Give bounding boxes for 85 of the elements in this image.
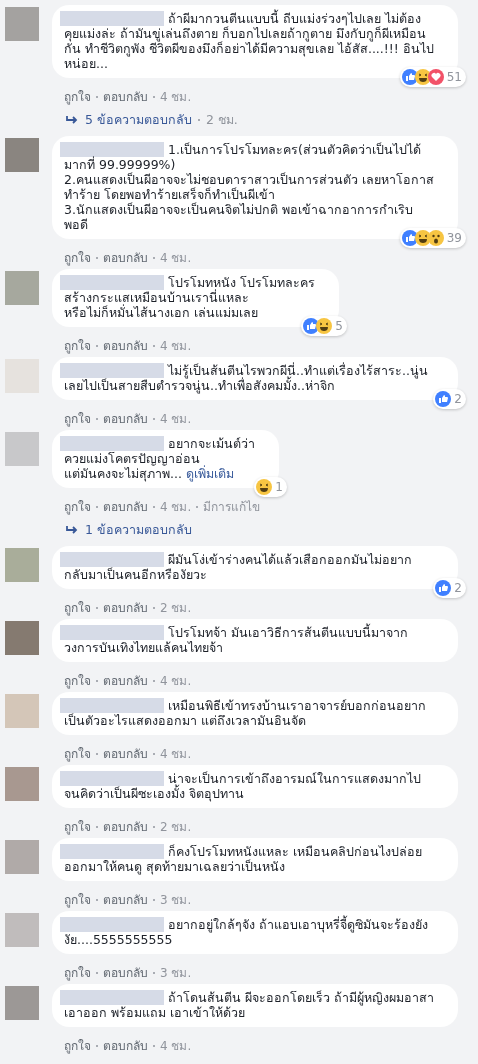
- timestamp[interactable]: 4 ชม.: [160, 744, 192, 763]
- comment-text: อยากอยู่ใกล้ๆจัง ถ้าแอบเอาบุหรี่จี้ดูซิมันจะร้องยังงัย....5555555555: [64, 917, 428, 947]
- avatar[interactable]: [5, 7, 39, 41]
- like-link[interactable]: ถูกใจ: [64, 963, 91, 982]
- laughing-face-icon: [414, 230, 431, 246]
- reaction-count: 1: [275, 479, 283, 495]
- avatar[interactable]: [5, 767, 39, 801]
- reaction-count: 2: [454, 391, 462, 407]
- reaction-count: 51: [446, 69, 462, 85]
- view-replies-link[interactable]: 5 ข้อความตอบกลับ: [85, 110, 192, 130]
- reply-link[interactable]: ตอบกลับ: [103, 248, 148, 267]
- avatar[interactable]: [5, 986, 39, 1020]
- reply-link[interactable]: ตอบกลับ: [103, 1036, 148, 1055]
- comment-text: น่าจะเป็นการเข้าถึงอารมณ์ในการแสดงมากไปจนคิดว่าเป็นผีซะเองมั้ง จิตอุปทาน: [64, 771, 421, 801]
- reply-link[interactable]: ตอบกลับ: [103, 87, 148, 106]
- reaction-count: 39: [446, 230, 462, 246]
- like-link[interactable]: ถูกใจ: [64, 248, 91, 267]
- reply-link[interactable]: ตอบกลับ: [103, 744, 148, 763]
- reply-link[interactable]: ตอบกลับ: [103, 497, 148, 516]
- like-link[interactable]: ถูกใจ: [64, 336, 91, 355]
- like-link[interactable]: ถูกใจ: [64, 1036, 91, 1055]
- comment-text: ผีมันโง่เข้าร่างคนได้แล้วเสือกออกมันไม่อยากกลับมาเป็นคนอีกหรืองัยวะ: [64, 552, 412, 582]
- avatar[interactable]: [5, 432, 39, 466]
- comment-text: โปรโมทจ้า มันเอาวิธีการส้นตีนแบบนี้มาจากวงการบันเทิงไทยแล้คนไทยจ้า: [64, 625, 408, 655]
- like-reaction-icon: [435, 391, 452, 407]
- avatar[interactable]: [5, 271, 39, 305]
- surprised-face-icon: [427, 230, 444, 246]
- reaction-count: 5: [335, 318, 343, 334]
- comment-text: ถ้าโดนส้นตีน ผีจะออกโดยเร็ว ถ้ามีผู้หญิงผมอาสา เอาออก พร้อมแถม เอาเข้าให้ด้วย: [64, 990, 435, 1020]
- edited-label: มีการแก้ไข: [203, 499, 261, 516]
- like-reaction-icon: [401, 230, 418, 246]
- reaction-count: 2: [454, 580, 462, 596]
- avatar[interactable]: [5, 840, 39, 874]
- like-reaction-icon: [401, 69, 418, 85]
- reaction-badge[interactable]: 51: [399, 67, 466, 87]
- timestamp[interactable]: 3 ชม.: [160, 963, 192, 982]
- reply-link[interactable]: ตอบกลับ: [103, 890, 148, 909]
- reply-link[interactable]: ตอบกลับ: [103, 336, 148, 355]
- reply-arrow-icon: [65, 525, 79, 535]
- reaction-badge[interactable]: 5: [301, 316, 347, 336]
- timestamp[interactable]: 4 ชม.: [160, 671, 192, 690]
- reply-link[interactable]: ตอบกลับ: [103, 671, 148, 690]
- reply-arrow-icon: [65, 115, 79, 125]
- reaction-badge[interactable]: 2: [433, 389, 466, 409]
- like-link[interactable]: ถูกใจ: [64, 817, 91, 836]
- timestamp[interactable]: 4 ชม.: [160, 497, 192, 516]
- reaction-badge[interactable]: 1: [254, 477, 287, 497]
- avatar[interactable]: [5, 913, 39, 947]
- timestamp[interactable]: 4 ชม.: [160, 248, 192, 267]
- laughing-face-icon: [316, 318, 333, 334]
- comment-text: เหมือนพิธีเข้าทรงบ้านเราอาจารย์บอกก่อนอยากเป็นตัวอะไรแสดงออกมา แต่ถึงเวลามันอินจัด: [64, 698, 426, 728]
- laughing-face-icon: [256, 479, 273, 495]
- reply-link[interactable]: ตอบกลับ: [103, 598, 148, 617]
- timestamp[interactable]: 3 ชม.: [160, 890, 192, 909]
- like-link[interactable]: ถูกใจ: [64, 409, 91, 428]
- avatar[interactable]: [5, 621, 39, 655]
- avatar[interactable]: [5, 138, 39, 172]
- like-link[interactable]: ถูกใจ: [64, 744, 91, 763]
- comment-text: อยากจะเม้นต์ว่า ควยแม่งโคตรปัญญาอ่อน แต่มันคงจะไม่สุภาพ... ดูเพิ่มเติม: [64, 436, 255, 481]
- like-link[interactable]: ถูกใจ: [64, 497, 91, 516]
- timestamp[interactable]: 2 ชม.: [160, 598, 192, 617]
- laughing-face-icon: [414, 69, 431, 85]
- like-link[interactable]: ถูกใจ: [64, 671, 91, 690]
- comment-text: ไม่รู้เป็นส้นตีนไรพวกผีนี่..ทำแต่เรื่องไร้สาระ..นู่นเลยไปเป็นสายสืบตำรวจนู่น..ทำเพื่อสังคมมั้ง..ห่าจิก: [64, 363, 428, 393]
- see-more-link[interactable]: ดูเพิ่มเติม: [185, 466, 234, 481]
- reply-link[interactable]: ตอบกลับ: [103, 817, 148, 836]
- comment-text: ก็คงโปรโมทหนังแหละ เหมือนคลิปก่อนไงปล่อยออกมาให้คนดู สุดท้ายมาเฉลยว่าเป็นหนัง: [64, 844, 422, 874]
- avatar[interactable]: [5, 694, 39, 728]
- heart-reaction-icon: [427, 69, 444, 85]
- avatar[interactable]: [5, 548, 39, 582]
- view-replies-link[interactable]: 1 ข้อความตอบกลับ: [85, 520, 192, 540]
- reply-link[interactable]: ตอบกลับ: [103, 409, 148, 428]
- timestamp[interactable]: 4 ชม.: [160, 336, 192, 355]
- timestamp[interactable]: 4 ชม.: [160, 1036, 192, 1055]
- like-link[interactable]: ถูกใจ: [64, 87, 91, 106]
- timestamp: 2 ชม.: [205, 111, 238, 129]
- reaction-badge[interactable]: 2: [433, 578, 466, 598]
- like-link[interactable]: ถูกใจ: [64, 598, 91, 617]
- timestamp[interactable]: 4 ชม.: [160, 409, 192, 428]
- reaction-badge[interactable]: 39: [399, 228, 466, 248]
- reply-link[interactable]: ตอบกลับ: [103, 963, 148, 982]
- like-reaction-icon: [435, 580, 452, 596]
- like-link[interactable]: ถูกใจ: [64, 890, 91, 909]
- timestamp[interactable]: 4 ชม.: [160, 87, 192, 106]
- timestamp[interactable]: 2 ชม.: [160, 817, 192, 836]
